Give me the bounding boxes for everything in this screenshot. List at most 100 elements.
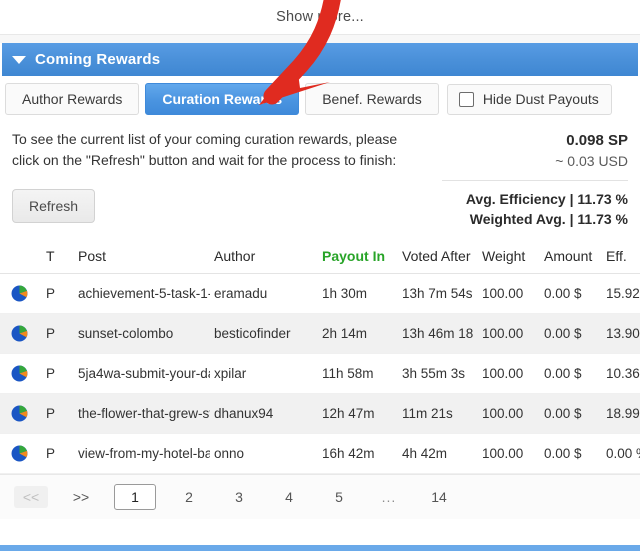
row-icon-cell	[0, 313, 42, 354]
pagination-page-2[interactable]: 2	[172, 486, 206, 508]
coming-rewards-header[interactable]: Coming Rewards	[2, 43, 638, 76]
refresh-button[interactable]: Refresh	[12, 189, 96, 223]
show-more-bar: Show more...	[0, 0, 640, 35]
cell-post[interactable]: the-flower-that-grew-st	[74, 393, 210, 434]
info-instructions: To see the current list of your coming c…	[12, 131, 398, 168]
cell-amount: 0.00 $	[540, 273, 602, 314]
pagination-page-1[interactable]: 1	[114, 484, 156, 510]
cell-type: P	[42, 433, 74, 474]
pagination-ellipsis: ...	[381, 489, 397, 505]
cell-weight: 100.00	[478, 353, 540, 394]
rewards-table-wrap: T Post Author Payout In Voted After Weig…	[0, 239, 640, 474]
cell-amount: 0.00 $	[540, 393, 602, 434]
cell-post[interactable]: sunset-colombo	[74, 313, 210, 354]
cell-amount: 0.00 $	[540, 353, 602, 394]
cell-weight: 100.00	[478, 393, 540, 434]
pie-chart-icon	[11, 285, 28, 302]
col-author[interactable]: Author	[210, 239, 318, 274]
cell-voted-after: 4h 42m	[398, 433, 478, 474]
table-row[interactable]: P the-flower-that-grew-st dhanux94 12h 4…	[0, 393, 640, 434]
pagination: << >> 1 2 3 4 5 ... 14	[0, 474, 640, 519]
col-eff[interactable]: Eff.	[602, 239, 640, 274]
hide-dust-payouts-control[interactable]: Hide Dust Payouts	[446, 83, 612, 115]
cell-eff: 15.92 %	[602, 273, 640, 314]
pagination-page-14[interactable]: 14	[422, 486, 456, 508]
info-area: To see the current list of your coming c…	[0, 121, 640, 233]
table-row[interactable]: P achievement-5-task-1-b eramadu 1h 30m …	[0, 273, 640, 314]
pagination-page-3[interactable]: 3	[222, 486, 256, 508]
col-payout-in[interactable]: Payout In	[318, 239, 398, 274]
cell-author[interactable]: onno	[210, 433, 318, 474]
cell-eff: 13.90 %	[602, 313, 640, 354]
cell-payout-in: 11h 58m	[318, 353, 398, 394]
pagination-page-4[interactable]: 4	[272, 486, 306, 508]
col-post[interactable]: Post	[74, 239, 210, 274]
pie-chart-icon	[11, 405, 28, 422]
cell-eff: 18.99 %	[602, 393, 640, 434]
pagination-page-5[interactable]: 5	[322, 486, 356, 508]
cell-weight: 100.00	[478, 433, 540, 474]
cell-voted-after: 3h 55m 3s	[398, 353, 478, 394]
col-icon	[0, 239, 42, 274]
cell-eff: 0.00 %	[602, 433, 640, 474]
cell-type: P	[42, 313, 74, 354]
row-icon-cell	[0, 273, 42, 314]
row-icon-cell	[0, 393, 42, 434]
row-icon-cell	[0, 353, 42, 394]
cell-amount: 0.00 $	[540, 433, 602, 474]
usd-amount: ~ 0.03 USD	[555, 153, 628, 169]
cell-voted-after: 13h 7m 54s	[398, 273, 478, 314]
cell-post[interactable]: view-from-my-hotel-bal	[74, 433, 210, 474]
panel-title: Coming Rewards	[35, 51, 161, 68]
table-row[interactable]: P view-from-my-hotel-bal onno 16h 42m 4h…	[0, 433, 640, 474]
bottom-accent-bar	[0, 545, 640, 551]
section-gap	[0, 35, 640, 43]
cell-weight: 100.00	[478, 273, 540, 314]
cell-amount: 0.00 $	[540, 313, 602, 354]
info-left: To see the current list of your coming c…	[12, 129, 442, 229]
rewards-table-body: P achievement-5-task-1-b eramadu 1h 30m …	[0, 273, 640, 474]
cell-author[interactable]: dhanux94	[210, 393, 318, 434]
col-amount[interactable]: Amount	[540, 239, 602, 274]
col-weight[interactable]: Weight	[478, 239, 540, 274]
col-type[interactable]: T	[42, 239, 74, 274]
row-icon-cell	[0, 433, 42, 474]
pagination-next[interactable]: >>	[64, 486, 98, 508]
sp-amount: 0.098 SP	[566, 132, 628, 149]
tab-benef-rewards[interactable]: Benef. Rewards	[305, 83, 439, 115]
cell-payout-in: 16h 42m	[318, 433, 398, 474]
cell-eff: 10.36 %	[602, 353, 640, 394]
cell-payout-in: 2h 14m	[318, 313, 398, 354]
cell-type: P	[42, 273, 74, 314]
cell-voted-after: 13h 46m 18	[398, 313, 478, 354]
cell-post[interactable]: achievement-5-task-1-b	[74, 273, 210, 314]
hide-dust-payouts-checkbox[interactable]	[458, 91, 474, 107]
tab-author-rewards[interactable]: Author Rewards	[5, 83, 140, 115]
cell-payout-in: 12h 47m	[318, 393, 398, 434]
avg-efficiency: Avg. Efficiency | 11.73 %	[465, 191, 628, 207]
col-voted-after[interactable]: Voted After	[398, 239, 478, 274]
summary-divider	[442, 180, 628, 181]
table-row[interactable]: P sunset-colombo besticofinder 2h 14m 13…	[0, 313, 640, 354]
pie-chart-icon	[11, 365, 28, 382]
cell-author[interactable]: besticofinder	[210, 313, 318, 354]
pie-chart-icon	[11, 325, 28, 342]
pagination-first[interactable]: <<	[14, 486, 48, 508]
rewards-tabbar: Author Rewards Curation Rewards Benef. R…	[0, 76, 640, 121]
cell-type: P	[42, 393, 74, 434]
cell-author[interactable]: eramadu	[210, 273, 318, 314]
cell-type: P	[42, 353, 74, 394]
rewards-table: T Post Author Payout In Voted After Weig…	[0, 239, 640, 474]
cell-post[interactable]: 5ja4wa-submit-your-da	[74, 353, 210, 394]
show-more-link[interactable]: Show more...	[276, 9, 364, 25]
caret-down-icon[interactable]	[12, 55, 26, 64]
hide-dust-payouts-label: Hide Dust Payouts	[482, 91, 599, 107]
cell-author[interactable]: xpilar	[210, 353, 318, 394]
cell-payout-in: 1h 30m	[318, 273, 398, 314]
table-header-row: T Post Author Payout In Voted After Weig…	[0, 239, 640, 274]
tab-curation-rewards[interactable]: Curation Rewards	[145, 83, 300, 115]
cell-weight: 100.00	[478, 313, 540, 354]
table-row[interactable]: P 5ja4wa-submit-your-da xpilar 11h 58m 3…	[0, 353, 640, 394]
summary-panel: 0.098 SP ~ 0.03 USD Avg. Efficiency | 11…	[442, 129, 628, 229]
pie-chart-icon	[11, 445, 28, 462]
